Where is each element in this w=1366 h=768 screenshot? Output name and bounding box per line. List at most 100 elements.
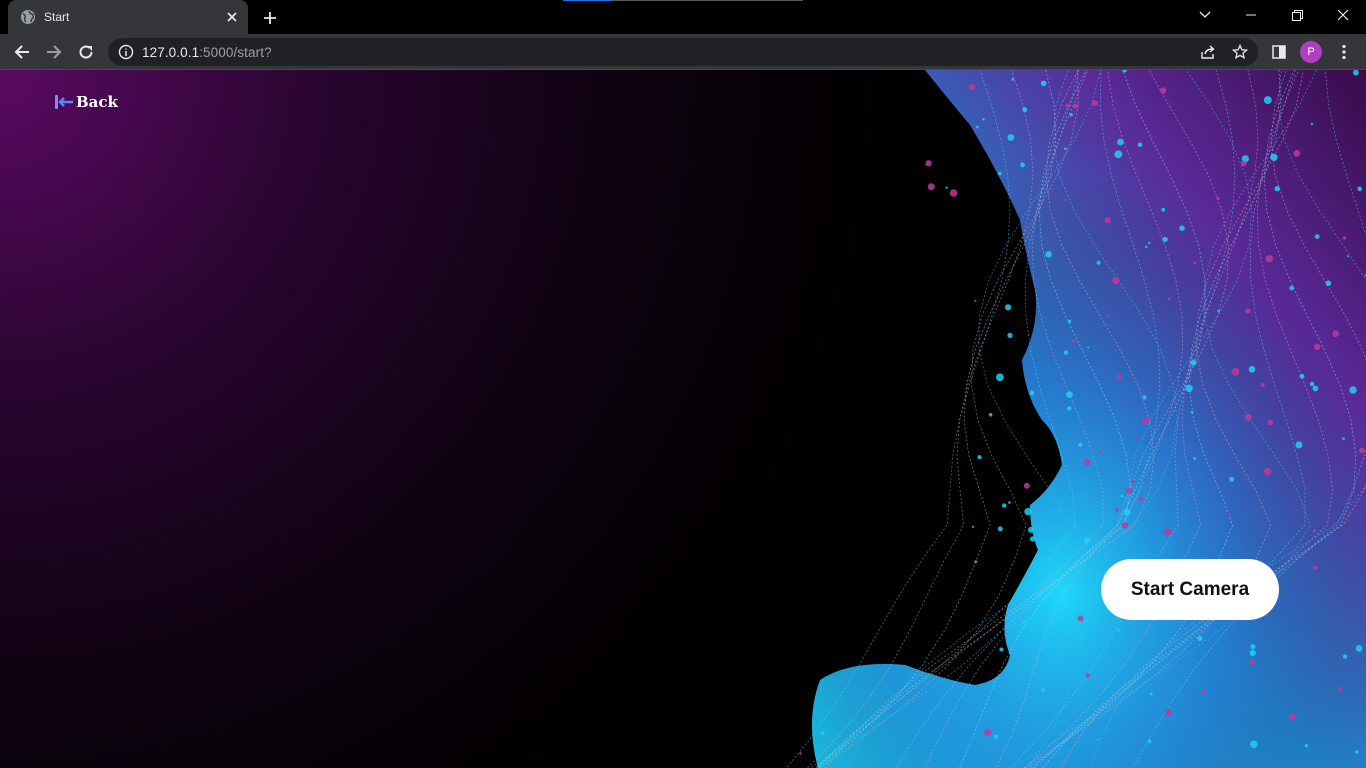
bookmark-button[interactable] [1226,38,1254,66]
start-camera-button[interactable]: Start Camera [1101,559,1279,620]
face-silhouette-glow [811,70,1366,768]
particle-dot [1314,343,1321,350]
particle-dot [1029,536,1036,542]
share-icon [1201,45,1215,59]
url-text[interactable]: 127.0.0.1:5000/start? [142,45,272,60]
particle-dot [1186,378,1189,381]
particle-dot [925,160,932,167]
share-button[interactable] [1194,38,1222,66]
address-bar[interactable]: 127.0.0.1:5000/start? [108,38,1258,66]
particle-dot [1310,122,1314,126]
new-tab-button[interactable] [258,6,282,30]
particle-dot [1028,526,1034,533]
particle-dot [1265,255,1273,263]
particle-dot [1063,350,1069,355]
close-icon[interactable] [224,9,240,25]
particle-dot [1312,385,1319,392]
particle-dot [1066,391,1073,398]
tab-search-button[interactable] [1182,0,1228,30]
side-panel-button[interactable] [1265,38,1293,66]
particle-dot [1142,417,1150,425]
particle-dot [1355,645,1363,652]
particle-dot [1077,615,1084,622]
particle-dot [1299,373,1305,379]
particle-dot [1067,406,1072,411]
side-panel-icon [1272,45,1286,59]
chevron-down-icon [1199,11,1211,18]
particle-dot [1201,689,1206,694]
particle-dot [1216,196,1220,201]
wave-line [786,70,1011,768]
particle-dot [1137,142,1143,148]
particle-dot [969,83,976,91]
particle-dot [1304,744,1309,748]
particle-dot [1083,458,1091,466]
menu-button[interactable] [1330,38,1358,66]
particle-dot [1229,476,1235,482]
info-icon[interactable] [118,44,134,60]
particle-dot [1250,740,1258,749]
back-link-label: Back [76,93,118,111]
particle-dot [1144,245,1148,249]
back-link-icon [54,93,74,111]
particle-dot [976,125,979,129]
particle-dot [1250,644,1256,650]
particle-dot [1117,138,1124,146]
particle-dot [1130,479,1135,484]
back-link[interactable]: Back [54,93,118,111]
particle-dot [821,731,825,735]
particle-dot [1161,207,1166,212]
particle-dot [927,183,935,191]
particle-dot [1002,503,1007,508]
particle-dot [1007,134,1015,141]
particle-dot [982,117,985,121]
star-icon [1232,44,1248,60]
url-host: 127.0.0.1 [142,44,200,60]
particle-dot [1135,437,1139,440]
particle-dot [1249,649,1256,657]
particle-dot [1117,628,1120,632]
restore-button[interactable] [1274,0,1320,30]
avatar[interactable]: P [1300,41,1322,63]
particle-dot [983,729,992,737]
particle-dot [1227,513,1231,517]
particle-dot [1332,330,1339,338]
particle-dot [1071,339,1076,343]
particle-dot [1069,113,1073,117]
particle-dot [1073,103,1078,109]
particle-dot [1289,713,1296,721]
particle-dot [1125,487,1133,495]
particle-dot [1313,565,1318,570]
particle-dot [1312,529,1317,533]
particle-dot [1096,260,1101,265]
particle-dot [1349,386,1357,394]
tab-title: Start [44,10,70,24]
minimize-button[interactable] [1228,0,1274,30]
particle-dot [1020,162,1025,168]
particle-dot [1112,276,1120,285]
particle-dot [1067,319,1072,324]
particle-dot [1045,251,1052,258]
particle-dot [1346,255,1349,258]
particle-dot [977,455,982,460]
tab-start[interactable]: Start [8,0,248,34]
reload-button[interactable] [72,38,100,66]
forward-button[interactable] [40,38,68,66]
particle-dot [799,752,802,755]
particle-dot [1249,659,1255,665]
particle-dot [1104,217,1111,224]
particle-dot [1065,103,1070,108]
particle-dot [1357,186,1362,192]
particle-dot [1240,160,1247,167]
particle-dot [999,647,1004,652]
particle-dot [1116,374,1122,380]
back-button[interactable] [8,38,36,66]
particle-dot [1143,477,1146,481]
browser-window: Start 127.0.0.1:5000/start? P Back Start… [0,0,1366,768]
particle-dot [1354,750,1359,754]
menu-icon [1342,44,1346,60]
close-window-button[interactable] [1320,0,1366,30]
particle-dot [1295,441,1303,449]
particle-dot [1023,482,1030,489]
particle-dot [1342,236,1347,240]
